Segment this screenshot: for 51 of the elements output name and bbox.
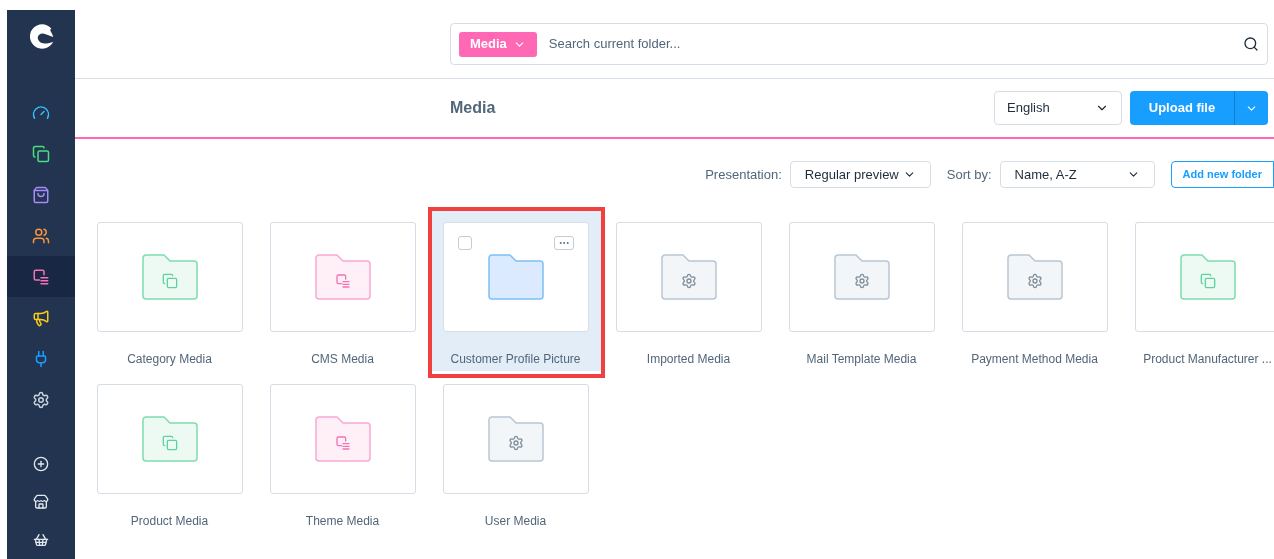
folder-card[interactable] [96,384,243,494]
checkbox[interactable] [457,236,472,250]
sort-select[interactable]: Name, A-Z [999,161,1155,188]
folder-name[interactable]: CMS Media [311,350,374,368]
catalog-icon [32,144,50,163]
page-title: Media [450,98,496,118]
gear-icon [853,273,870,289]
folder-card[interactable] [1134,222,1274,332]
more-button[interactable] [553,236,574,250]
search-icon[interactable] [1243,36,1259,52]
folder-card[interactable] [96,222,243,332]
folder-name[interactable]: Product Media [130,512,209,530]
sidebar-item[interactable] [7,256,75,297]
copy-icon [161,435,178,451]
gear-icon [507,435,524,451]
folder-name[interactable]: Mail Template Media [806,350,917,368]
folder-name[interactable]: Theme Media [305,512,380,530]
presentation-label: Presentation: [705,165,782,184]
folder-name[interactable]: Category Media [127,350,212,368]
folder-name[interactable]: User Media [484,512,547,530]
gear-icon [680,273,697,289]
folder-card[interactable] [615,222,762,332]
add-icon [33,456,49,472]
folder-name[interactable]: Customer Profile Picture [450,350,581,368]
users-icon [32,226,50,245]
language-select[interactable]: English [994,91,1122,125]
folder-name[interactable]: Imported Media [646,350,731,368]
copy-icon [161,273,178,289]
megaphone-icon [32,308,50,327]
folder-name[interactable]: Product Manufacturer ... [1143,350,1272,368]
folder-card[interactable] [442,222,589,332]
content-icon [334,435,351,451]
folder-card[interactable] [788,222,935,332]
basket-icon [33,532,49,548]
settings-icon [32,390,50,409]
dashboard-icon [32,103,50,122]
folder-card[interactable] [442,384,589,494]
folder-card[interactable] [961,222,1108,332]
content-icon [32,267,50,286]
sort-label: Sort by: [946,165,992,184]
folder-icon [487,254,544,300]
presentation-select[interactable]: Regular preview [789,161,931,188]
folder-card[interactable] [269,384,416,494]
gear-icon [1026,273,1043,289]
folder-name[interactable]: Payment Method Media [971,350,1098,368]
copy-icon [1199,273,1216,289]
bag-icon [32,185,50,204]
content-icon [334,273,351,289]
upload-menu-button[interactable] [1234,91,1268,125]
store-icon [33,494,49,510]
folder-card[interactable] [269,222,416,332]
